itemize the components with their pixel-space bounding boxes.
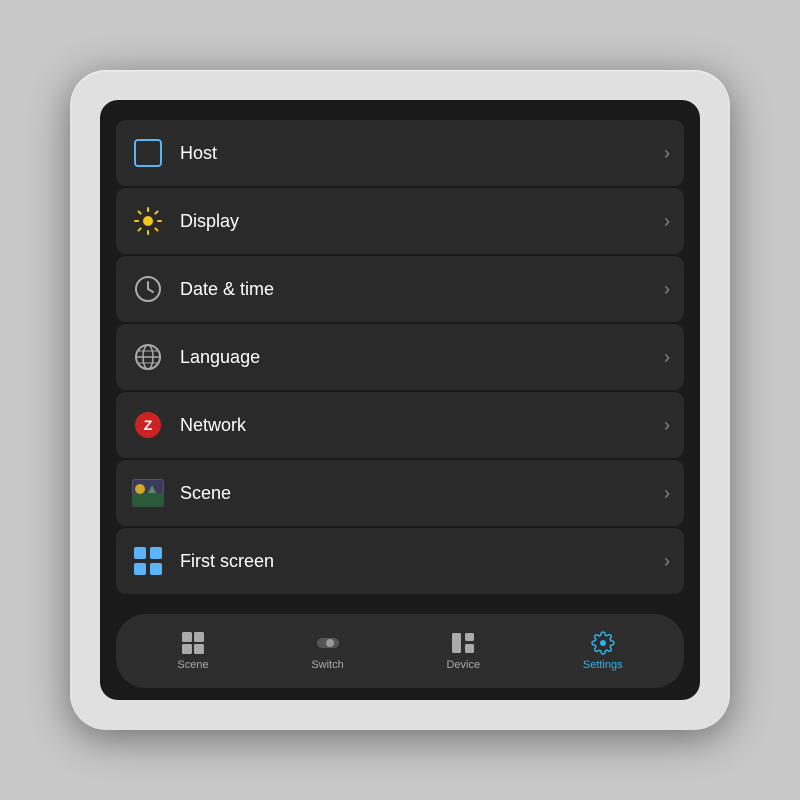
- device-frame: Host ›: [70, 70, 730, 730]
- svg-text:Z: Z: [144, 417, 153, 433]
- nav-item-settings[interactable]: Settings: [565, 625, 641, 677]
- chevron-host-icon: ›: [664, 143, 670, 164]
- host-icon: [130, 135, 166, 171]
- device-screen: Host ›: [100, 100, 700, 700]
- nav-switch-icon: [316, 631, 340, 655]
- chevron-firstscreen-icon: ›: [664, 551, 670, 572]
- menu-label-datetime: Date & time: [180, 279, 664, 300]
- nav-label-scene: Scene: [177, 659, 208, 671]
- display-icon: [130, 203, 166, 239]
- firstscreen-icon: [130, 543, 166, 579]
- menu-item-network[interactable]: Z Network ›: [116, 392, 684, 458]
- settings-menu: Host ›: [116, 120, 684, 604]
- menu-item-language[interactable]: Language ›: [116, 324, 684, 390]
- datetime-icon: [130, 271, 166, 307]
- nav-item-scene[interactable]: Scene: [159, 625, 226, 677]
- nav-label-switch: Switch: [311, 659, 343, 671]
- menu-label-display: Display: [180, 211, 664, 232]
- bottom-nav: Scene Switch Device: [116, 614, 684, 688]
- nav-label-settings: Settings: [583, 659, 623, 671]
- menu-label-language: Language: [180, 347, 664, 368]
- chevron-scene-icon: ›: [664, 483, 670, 504]
- scene-icon: [130, 475, 166, 511]
- chevron-datetime-icon: ›: [664, 279, 670, 300]
- nav-device-icon: [451, 631, 475, 655]
- menu-label-network: Network: [180, 415, 664, 436]
- chevron-language-icon: ›: [664, 347, 670, 368]
- chevron-network-icon: ›: [664, 415, 670, 436]
- menu-item-datetime[interactable]: Date & time ›: [116, 256, 684, 322]
- menu-item-host[interactable]: Host ›: [116, 120, 684, 186]
- nav-scene-icon: [181, 631, 205, 655]
- menu-item-scene[interactable]: Scene ›: [116, 460, 684, 526]
- menu-item-display[interactable]: Display ›: [116, 188, 684, 254]
- menu-label-host: Host: [180, 143, 664, 164]
- nav-label-device: Device: [446, 659, 480, 671]
- network-icon: Z: [130, 407, 166, 443]
- menu-item-firstscreen[interactable]: First screen ›: [116, 528, 684, 594]
- nav-item-switch[interactable]: Switch: [293, 625, 361, 677]
- menu-label-scene: Scene: [180, 483, 664, 504]
- language-icon: [130, 339, 166, 375]
- nav-settings-icon: [591, 631, 615, 655]
- nav-item-device[interactable]: Device: [428, 625, 498, 677]
- menu-label-firstscreen: First screen: [180, 551, 664, 572]
- chevron-display-icon: ›: [664, 211, 670, 232]
